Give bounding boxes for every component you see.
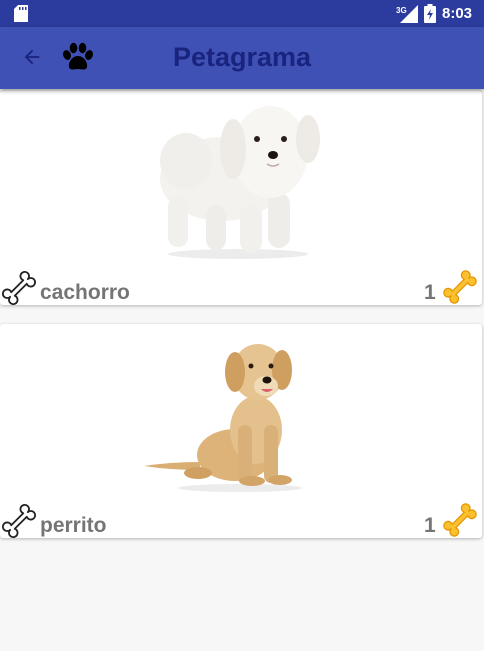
pet-name: cachorro — [40, 281, 130, 304]
like-count: 1 — [424, 281, 436, 304]
status-time: 8:03 — [442, 5, 473, 22]
cell-signal-icon: 3G — [396, 5, 418, 23]
battery-icon — [424, 4, 436, 23]
bone-outline-icon — [2, 271, 36, 305]
back-arrow-icon[interactable] — [21, 46, 43, 68]
sd-card-icon — [14, 5, 28, 22]
paw-icon — [63, 42, 93, 70]
pet-name: perrito — [40, 514, 107, 537]
pet-photo — [144, 344, 302, 492]
network-type-label: 3G — [396, 6, 407, 15]
pet-card: perrito 1 — [0, 324, 482, 538]
status-bar: 3G 8:03 — [0, 0, 484, 27]
pet-photo — [160, 106, 320, 259]
golden-bone-icon[interactable] — [442, 502, 478, 538]
app-title: Petagrama — [173, 42, 312, 72]
app-bar: Petagrama — [0, 27, 484, 89]
bone-outline-icon — [2, 504, 36, 538]
like-count: 1 — [424, 514, 436, 537]
pet-card: cachorro 1 — [0, 91, 482, 305]
golden-bone-icon[interactable] — [442, 269, 478, 305]
